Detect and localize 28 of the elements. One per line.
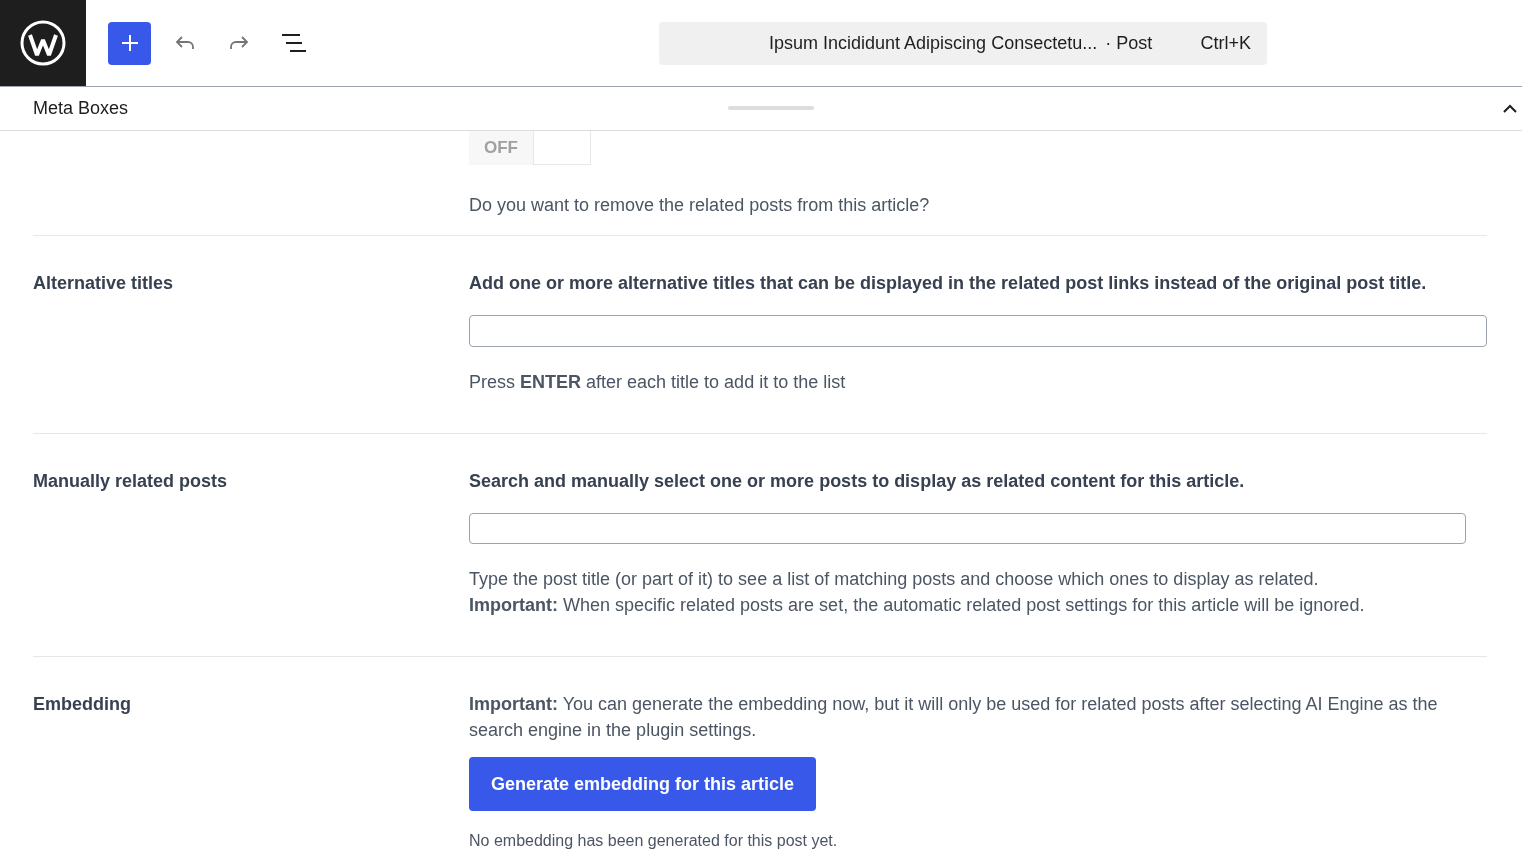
help-text: Important: When specific related posts are set, the automatic related post settings for this article will be ignored.: [469, 594, 1366, 617]
text-input[interactable]: [469, 513, 1466, 544]
description: Search and manually select one or more posts to display as related content for this article.: [469, 470, 1246, 493]
document-title: Ipsum Incididunt Adipiscing Consectetu...: [769, 31, 1098, 55]
plus-icon: [119, 33, 140, 53]
resize-handle[interactable]: [728, 106, 814, 110]
panel-title: Meta Boxes: [33, 97, 129, 120]
meta-boxes-bar[interactable]: Meta Boxes: [0, 87, 1522, 131]
text-input[interactable]: [469, 315, 1487, 347]
section-label: Embedding: [33, 694, 131, 714]
generate-button[interactable]: Generate embedding for this article: [469, 757, 817, 811]
logo-icon: [20, 20, 66, 66]
help-text: Press ENTER after each title to add it to the list: [469, 371, 847, 394]
help-text: Type the post title (or part of it) to see a list of matching posts and choose which ones to display as related.: [469, 568, 1320, 591]
add-block-button[interactable]: [108, 21, 151, 65]
description: Add one or more alternative titles that can be displayed in the related post links instead of the original post title.: [469, 272, 1428, 295]
section-label: Manually related posts: [33, 471, 228, 491]
help-text: Do you want to remove the related posts from this article?: [469, 194, 931, 217]
document-type: · Post: [1105, 31, 1153, 55]
help-text: No embedding has been generated for this post yet.: [469, 831, 839, 851]
toggle-label: OFF: [484, 136, 518, 159]
wordpress-logo[interactable]: [0, 0, 86, 86]
description: Important: You can generate the embedding now, but it will only be used for related posts after selecting AI Engine as the search engine in the plugin settings.: [469, 693, 1439, 742]
chevron-up-icon[interactable]: [1502, 102, 1518, 115]
shortcut-hint: Ctrl+K: [1200, 31, 1251, 55]
list-view-icon[interactable]: [281, 32, 307, 54]
command-bar[interactable]: Ipsum Incididunt Adipiscing Consectetu... · Post Ctrl+K: [659, 21, 1267, 65]
section-label: Alternative titles: [33, 273, 174, 293]
